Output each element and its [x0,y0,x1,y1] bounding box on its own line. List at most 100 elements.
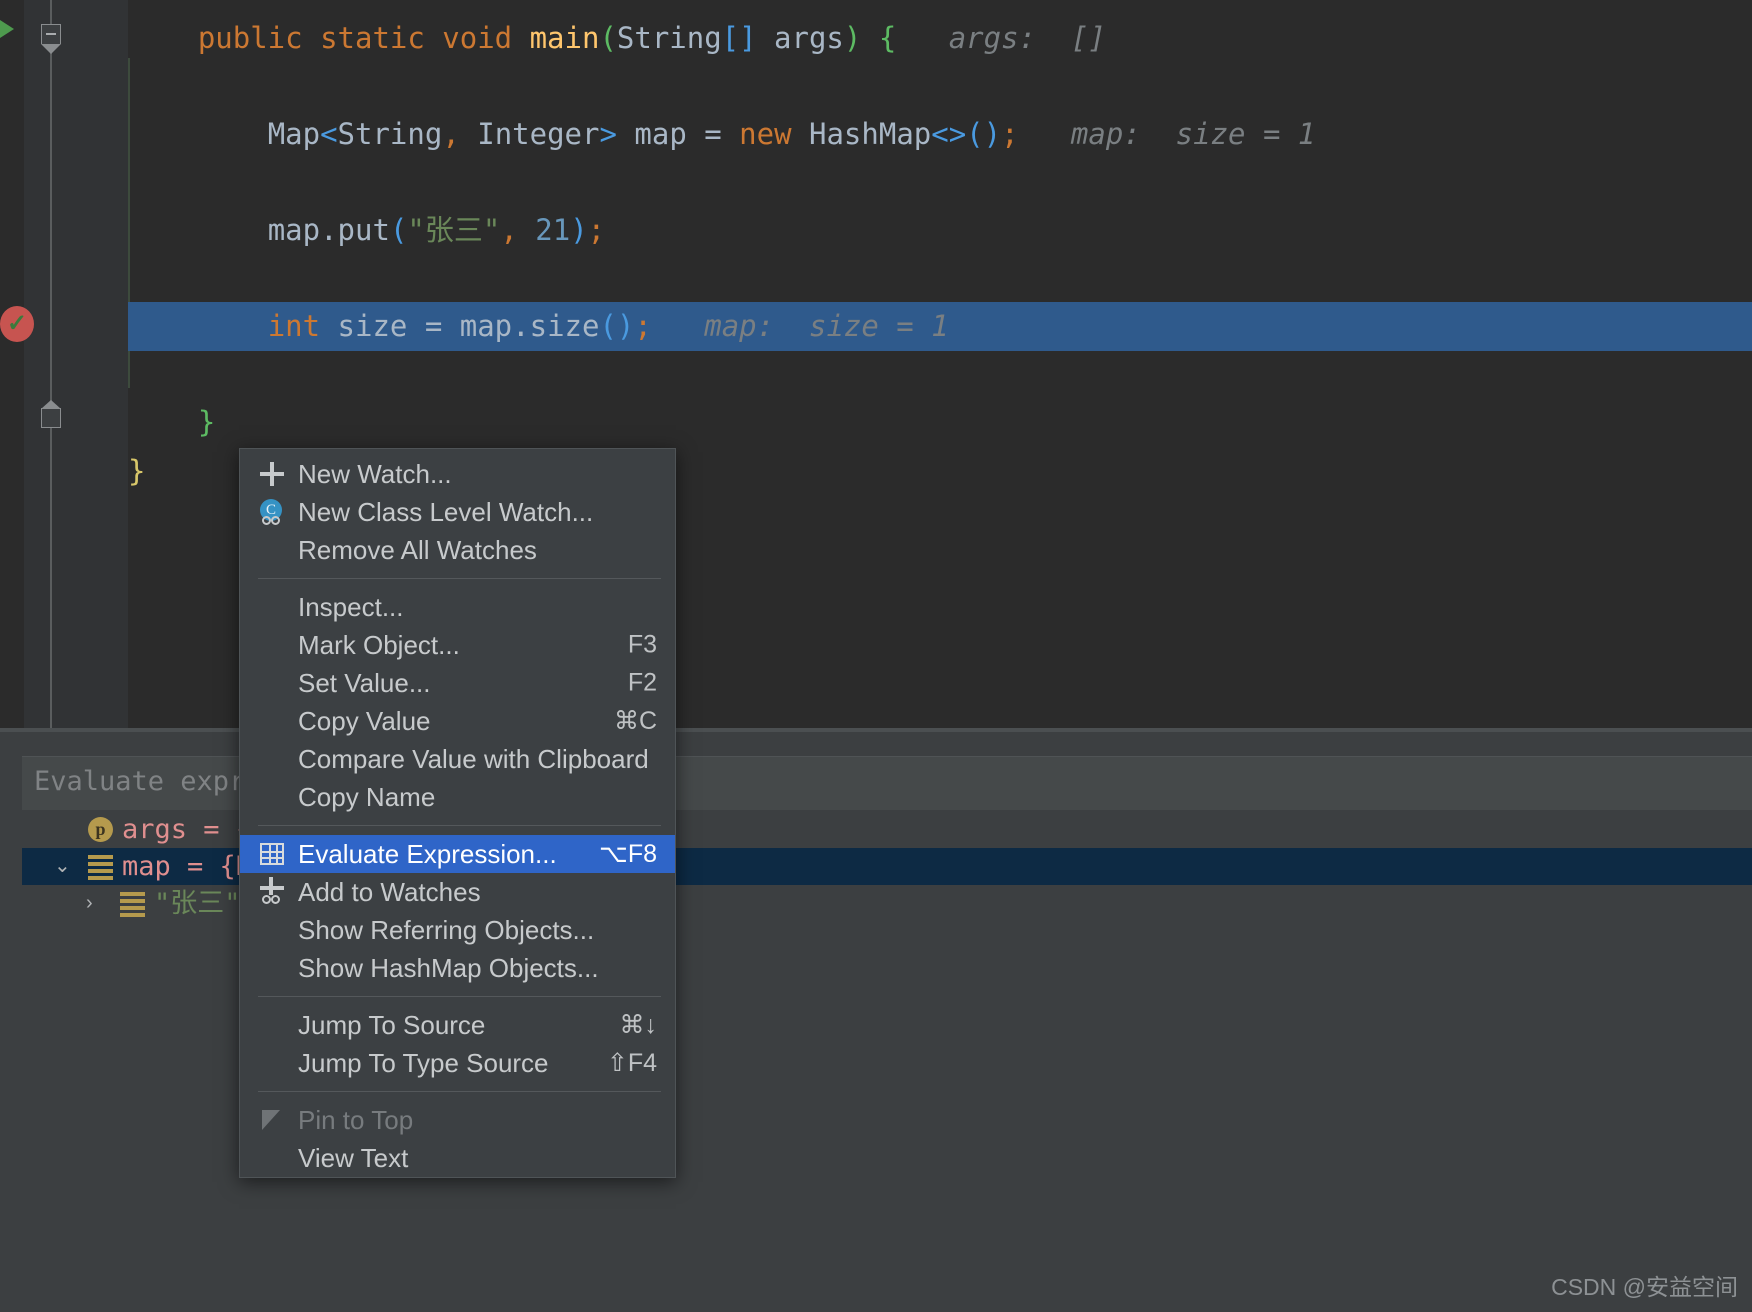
menu-item-inspect[interactable]: Inspect... [240,588,675,626]
screen-root: ✓ public static void main(String[] args)… [0,0,1752,1312]
menu-item-label: New Class Level Watch... [298,496,594,527]
menu-icon-placeholder [258,668,298,698]
code-token: = [704,117,740,151]
code-token: , [500,213,518,247]
code-token: 21 [535,213,571,247]
menu-item-remove-all-watches[interactable]: Remove All Watches [240,531,675,569]
menu-icon-placeholder [258,1143,298,1173]
menu-item-copy-value[interactable]: Copy Value ⌘C [240,702,675,740]
menu-icon-placeholder [258,1048,298,1078]
menu-item-compare-value-with-clipboard[interactable]: Compare Value with Clipboard [240,740,675,778]
chevron-right-icon[interactable]: › [86,885,93,922]
menu-item-shortcut: F3 [627,630,657,659]
code-token: map: size = 1 [651,309,949,343]
code-token: { [878,21,897,55]
menu-item-label: Add to Watches [298,876,481,907]
code-token: Map [267,117,321,151]
menu-icon-placeholder [258,744,298,774]
code-token: . [512,309,530,343]
menu-item-label: Jump To Type Source [298,1047,549,1078]
code-token: <> [931,117,967,151]
menu-item-label: Inspect... [298,591,404,622]
run-method-icon[interactable] [0,20,14,38]
menu-item-label: View Text [298,1142,409,1173]
menu-item-new-watch[interactable]: New Watch... [240,455,675,493]
editor-gutter[interactable]: ✓ [0,0,128,728]
code-token: public [197,21,321,55]
fold-collapse-icon-top[interactable] [41,24,61,54]
menu-item-view-as[interactable]: View as› [240,1177,675,1178]
code-token: () [966,117,1002,151]
menu-item-add-to-watches[interactable]: Add to Watches [240,873,675,911]
menu-item-shortcut: ⌥F8 [599,840,657,868]
code-token: , [442,117,460,151]
fold-cap-icon [41,400,61,409]
menu-item-evaluate-expression[interactable]: Evaluate Expression... ⌥F8 [240,835,675,873]
menu-separator [258,996,661,997]
menu-item-copy-name[interactable]: Copy Name [240,778,675,816]
menu-item-show-referring-objects[interactable]: Show Referring Objects... [240,911,675,949]
menu-item-shortcut: ⇧F4 [606,1049,657,1077]
menu-item-jump-to-type-source[interactable]: Jump To Type Source ⇧F4 [240,1044,675,1082]
map-entry-icon [88,855,113,880]
fold-collapse-icon-bottom[interactable] [41,400,61,428]
menu-item-set-value[interactable]: Set Value... F2 [240,664,675,702]
code-token: void [442,21,530,55]
menu-item-show-hashmap-objects[interactable]: Show HashMap Objects... [240,949,675,987]
code-token: } [128,454,146,488]
menu-item-pin-to-top: Pin to Top [240,1101,675,1139]
breakpoint-icon[interactable]: ✓ [0,306,34,342]
chevron-down-icon[interactable]: ⌄ [54,848,71,885]
debugger-context-menu[interactable]: New Watch... C New Class Level Watch... Rem… [239,448,676,1178]
line-close-method[interactable]: } [128,398,1752,447]
menu-item-view-text[interactable]: View Text [240,1139,675,1177]
code-token: put [337,213,390,247]
menu-item-new-class-level-watch[interactable]: C New Class Level Watch... [240,493,675,531]
menu-item-label: Compare Value with Clipboard [298,743,649,774]
pin-icon [258,1105,298,1135]
menu-item-mark-object[interactable]: Mark Object... F3 [240,626,675,664]
class-watch-icon: C [258,497,298,527]
line-main-signature[interactable]: public static void main(String[] args) {… [128,14,1752,63]
code-token: [] [721,21,757,55]
menu-item-jump-to-source[interactable]: Jump To Source ⌘↓ [240,1006,675,1044]
line-map-declaration[interactable]: Map<String, Integer> map = new HashMap<>… [128,110,1752,159]
code-token: ( [389,213,408,247]
code-fold-line [50,0,52,728]
watermark: CSDN @安益空间 [1551,1274,1738,1300]
menu-item-label: Jump To Source [298,1009,486,1040]
code-token: map [267,213,321,247]
code-token: Integer [459,117,600,151]
code-token: map: size = 1 [1018,117,1316,151]
menu-item-label: New Watch... [298,458,452,489]
menu-item-shortcut: ⌘C [613,707,657,735]
menu-separator [258,825,661,826]
menu-item-label: Evaluate Expression... [298,838,557,869]
menu-icon-placeholder [258,630,298,660]
code-token: main [529,21,600,55]
map-entry-icon [120,892,145,917]
menu-item-label: Copy Value [298,705,431,736]
gutter-marker-strip [0,0,24,728]
menu-item-label: Set Value... [298,667,431,698]
code-token: "张三" [407,213,501,247]
menu-item-label: Show HashMap Objects... [298,952,599,983]
menu-item-label: Show Referring Objects... [298,914,595,945]
code-token: size [337,309,425,343]
add-watch-icon [258,877,298,907]
code-token: size [529,309,600,343]
line-map-put[interactable]: map.put("张三", 21); [128,206,1752,255]
line-map-size[interactable]: int size = map.size(); map: size = 1 [128,302,1752,351]
debugger-left-rail[interactable]: g. [0,810,22,1312]
plus-icon [258,459,298,489]
code-token: static [320,21,443,55]
menu-item-label: Mark Object... [298,629,460,660]
menu-separator [258,1091,661,1092]
code-token: () [599,309,635,343]
menu-icon-placeholder [258,953,298,983]
